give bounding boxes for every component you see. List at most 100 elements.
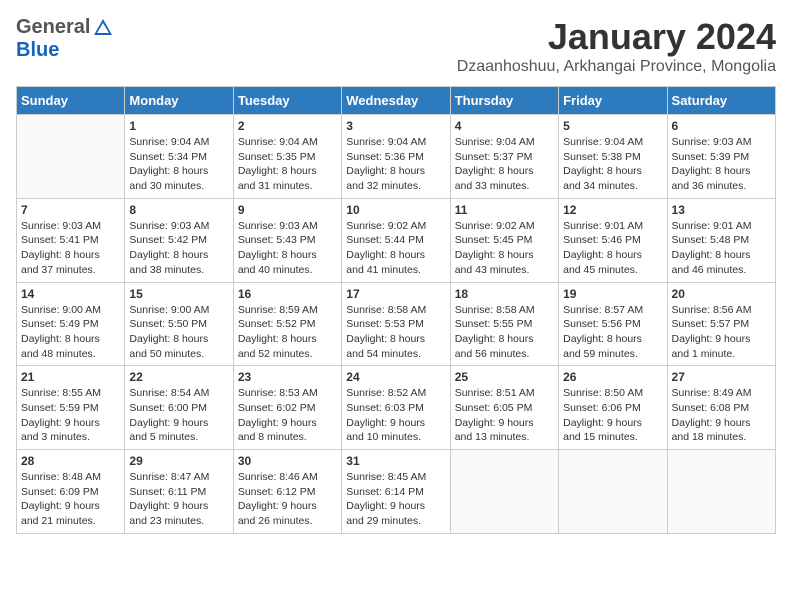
- day-detail: Sunrise: 8:59 AM Sunset: 5:52 PM Dayligh…: [238, 303, 337, 362]
- day-cell: 9 Sunrise: 9:03 AM Sunset: 5:43 PM Daylig…: [233, 198, 341, 282]
- day-cell: 1 Sunrise: 9:04 AM Sunset: 5:34 PM Daylig…: [125, 115, 233, 199]
- day-detail: Sunrise: 9:04 AM Sunset: 5:35 PM Dayligh…: [238, 135, 337, 194]
- day-cell: 5Sunrise: 9:04 AM Sunset: 5:38 PM Daylig…: [559, 115, 667, 199]
- day-detail: Sunrise: 9:01 AM Sunset: 5:48 PM Dayligh…: [672, 219, 771, 278]
- day-detail: Sunrise: 9:04 AM Sunset: 5:36 PM Dayligh…: [346, 135, 445, 194]
- header: General Blue January 2024 Dzaanhoshuu, A…: [16, 16, 776, 76]
- day-cell: 17 Sunrise: 8:58 AM Sunset: 5:53 PM Dayli…: [342, 282, 450, 366]
- day-number: 26: [563, 370, 662, 384]
- week-row-1: 1 Sunrise: 9:04 AM Sunset: 5:34 PM Daylig…: [17, 115, 776, 199]
- day-detail: Sunrise: 9:00 AM Sunset: 5:49 PM Dayligh…: [21, 303, 120, 362]
- logo-general: General: [16, 16, 90, 39]
- title-block: January 2024 Dzaanhoshuu, Arkhangai Prov…: [457, 16, 776, 76]
- day-detail: Sunrise: 8:46 AM Sunset: 6:12 PM Dayligh…: [238, 470, 337, 529]
- day-number: 27: [672, 370, 771, 384]
- day-cell: 24 Sunrise: 8:52 AM Sunset: 6:03 PM Dayli…: [342, 366, 450, 450]
- day-detail: Sunrise: 8:54 AM Sunset: 6:00 PM Dayligh…: [129, 386, 228, 445]
- day-number: 12: [563, 203, 662, 217]
- day-detail: Sunrise: 9:03 AM Sunset: 5:41 PM Dayligh…: [21, 219, 120, 278]
- day-detail: Sunrise: 8:55 AM Sunset: 5:59 PM Dayligh…: [21, 386, 120, 445]
- day-number: 8: [129, 203, 228, 217]
- header-row: SundayMondayTuesdayWednesdayThursdayFrid…: [17, 87, 776, 115]
- day-cell: 10 Sunrise: 9:02 AM Sunset: 5:44 PM Dayli…: [342, 198, 450, 282]
- day-cell: 15 Sunrise: 9:00 AM Sunset: 5:50 PM Dayli…: [125, 282, 233, 366]
- day-cell: 6Sunrise: 9:03 AM Sunset: 5:39 PM Daylig…: [667, 115, 775, 199]
- day-number: 13: [672, 203, 771, 217]
- day-detail: Sunrise: 9:04 AM Sunset: 5:34 PM Dayligh…: [129, 135, 228, 194]
- day-header-sunday: Sunday: [17, 87, 125, 115]
- day-detail: Sunrise: 8:50 AM Sunset: 6:06 PM Dayligh…: [563, 386, 662, 445]
- day-cell: [17, 115, 125, 199]
- day-number: 17: [346, 287, 445, 301]
- day-number: 21: [21, 370, 120, 384]
- day-number: 18: [455, 287, 554, 301]
- week-row-5: 28Sunrise: 8:48 AM Sunset: 6:09 PM Dayli…: [17, 450, 776, 534]
- day-header-tuesday: Tuesday: [233, 87, 341, 115]
- day-number: 16: [238, 287, 337, 301]
- day-detail: Sunrise: 9:03 AM Sunset: 5:39 PM Dayligh…: [672, 135, 771, 194]
- day-cell: 12 Sunrise: 9:01 AM Sunset: 5:46 PM Dayli…: [559, 198, 667, 282]
- calendar-subtitle: Dzaanhoshuu, Arkhangai Province, Mongoli…: [457, 58, 776, 76]
- day-cell: 25 Sunrise: 8:51 AM Sunset: 6:05 PM Dayli…: [450, 366, 558, 450]
- day-detail: Sunrise: 8:49 AM Sunset: 6:08 PM Dayligh…: [672, 386, 771, 445]
- day-cell: [559, 450, 667, 534]
- day-detail: Sunrise: 9:02 AM Sunset: 5:45 PM Dayligh…: [455, 219, 554, 278]
- day-cell: 22 Sunrise: 8:54 AM Sunset: 6:00 PM Dayli…: [125, 366, 233, 450]
- day-number: 4: [455, 119, 554, 133]
- day-cell: 4Sunrise: 9:04 AM Sunset: 5:37 PM Daylig…: [450, 115, 558, 199]
- day-number: 11: [455, 203, 554, 217]
- day-cell: 3 Sunrise: 9:04 AM Sunset: 5:36 PM Daylig…: [342, 115, 450, 199]
- day-detail: Sunrise: 9:02 AM Sunset: 5:44 PM Dayligh…: [346, 219, 445, 278]
- day-cell: 28Sunrise: 8:48 AM Sunset: 6:09 PM Dayli…: [17, 450, 125, 534]
- day-header-saturday: Saturday: [667, 87, 775, 115]
- day-number: 14: [21, 287, 120, 301]
- day-cell: 7 Sunrise: 9:03 AM Sunset: 5:41 PM Daylig…: [17, 198, 125, 282]
- day-detail: Sunrise: 8:58 AM Sunset: 5:55 PM Dayligh…: [455, 303, 554, 362]
- day-header-wednesday: Wednesday: [342, 87, 450, 115]
- day-number: 31: [346, 454, 445, 468]
- day-number: 9: [238, 203, 337, 217]
- day-number: 2: [238, 119, 337, 133]
- day-detail: Sunrise: 8:53 AM Sunset: 6:02 PM Dayligh…: [238, 386, 337, 445]
- day-number: 19: [563, 287, 662, 301]
- day-cell: 20Sunrise: 8:56 AM Sunset: 5:57 PM Dayli…: [667, 282, 775, 366]
- day-detail: Sunrise: 8:48 AM Sunset: 6:09 PM Dayligh…: [21, 470, 120, 529]
- day-detail: Sunrise: 8:51 AM Sunset: 6:05 PM Dayligh…: [455, 386, 554, 445]
- week-row-2: 7 Sunrise: 9:03 AM Sunset: 5:41 PM Daylig…: [17, 198, 776, 282]
- day-detail: Sunrise: 9:03 AM Sunset: 5:43 PM Dayligh…: [238, 219, 337, 278]
- day-cell: 23Sunrise: 8:53 AM Sunset: 6:02 PM Dayli…: [233, 366, 341, 450]
- day-cell: 16 Sunrise: 8:59 AM Sunset: 5:52 PM Dayli…: [233, 282, 341, 366]
- logo-icon: [92, 17, 114, 39]
- day-cell: 18 Sunrise: 8:58 AM Sunset: 5:55 PM Dayli…: [450, 282, 558, 366]
- day-number: 3: [346, 119, 445, 133]
- day-cell: 27 Sunrise: 8:49 AM Sunset: 6:08 PM Dayli…: [667, 366, 775, 450]
- day-header-thursday: Thursday: [450, 87, 558, 115]
- day-number: 24: [346, 370, 445, 384]
- day-header-monday: Monday: [125, 87, 233, 115]
- day-number: 1: [129, 119, 228, 133]
- day-number: 10: [346, 203, 445, 217]
- week-row-3: 14 Sunrise: 9:00 AM Sunset: 5:49 PM Dayli…: [17, 282, 776, 366]
- day-detail: Sunrise: 8:56 AM Sunset: 5:57 PM Dayligh…: [672, 303, 771, 362]
- day-number: 25: [455, 370, 554, 384]
- day-detail: Sunrise: 8:45 AM Sunset: 6:14 PM Dayligh…: [346, 470, 445, 529]
- day-cell: [450, 450, 558, 534]
- day-cell: 26 Sunrise: 8:50 AM Sunset: 6:06 PM Dayli…: [559, 366, 667, 450]
- day-number: 15: [129, 287, 228, 301]
- day-detail: Sunrise: 8:52 AM Sunset: 6:03 PM Dayligh…: [346, 386, 445, 445]
- day-cell: 31 Sunrise: 8:45 AM Sunset: 6:14 PM Dayli…: [342, 450, 450, 534]
- day-cell: 29Sunrise: 8:47 AM Sunset: 6:11 PM Dayli…: [125, 450, 233, 534]
- week-row-4: 21 Sunrise: 8:55 AM Sunset: 5:59 PM Dayli…: [17, 366, 776, 450]
- day-cell: 21 Sunrise: 8:55 AM Sunset: 5:59 PM Dayli…: [17, 366, 125, 450]
- calendar-title: January 2024: [457, 16, 776, 58]
- day-number: 29: [129, 454, 228, 468]
- day-detail: Sunrise: 9:01 AM Sunset: 5:46 PM Dayligh…: [563, 219, 662, 278]
- day-detail: Sunrise: 8:57 AM Sunset: 5:56 PM Dayligh…: [563, 303, 662, 362]
- day-cell: 2 Sunrise: 9:04 AM Sunset: 5:35 PM Daylig…: [233, 115, 341, 199]
- day-number: 7: [21, 203, 120, 217]
- day-detail: Sunrise: 8:58 AM Sunset: 5:53 PM Dayligh…: [346, 303, 445, 362]
- day-detail: Sunrise: 9:00 AM Sunset: 5:50 PM Dayligh…: [129, 303, 228, 362]
- day-number: 22: [129, 370, 228, 384]
- logo: General Blue: [16, 16, 114, 62]
- day-detail: Sunrise: 9:03 AM Sunset: 5:42 PM Dayligh…: [129, 219, 228, 278]
